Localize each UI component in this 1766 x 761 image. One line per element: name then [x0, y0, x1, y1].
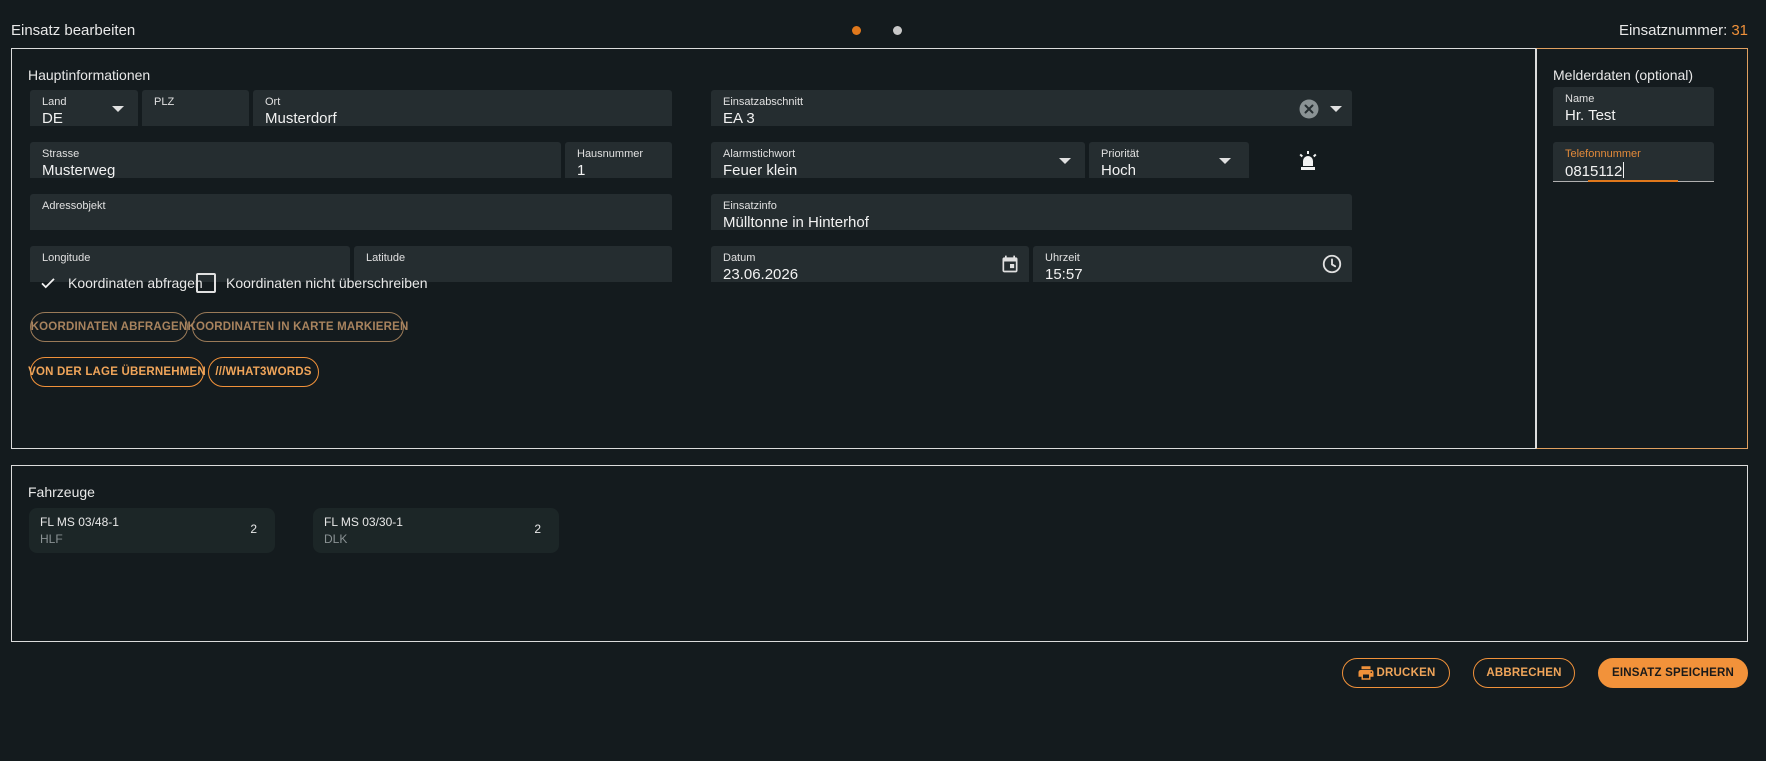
calendar-icon[interactable] — [999, 253, 1021, 275]
chevron-down-icon — [1330, 106, 1342, 112]
what3words-button[interactable]: ///WHAT3WORDS — [208, 357, 319, 387]
checkbox-unchecked-icon — [196, 273, 216, 293]
longitude-label: Longitude — [42, 252, 91, 264]
printer-icon — [1357, 664, 1375, 682]
ort-field[interactable]: Ort Musterdorf — [253, 90, 672, 127]
prioritaet-value: Hoch — [1101, 162, 1137, 179]
chevron-down-icon — [1219, 158, 1231, 164]
drucken-button[interactable]: DRUCKEN — [1342, 658, 1450, 688]
telefonnummer-label: Telefonnummer — [1565, 148, 1641, 160]
page-indicator — [852, 26, 902, 35]
datum-value: 23.06.2026 — [723, 266, 799, 283]
vehicle-card[interactable]: FL MS 03/48-1 HLF 2 — [29, 508, 275, 553]
uhrzeit-label: Uhrzeit — [1045, 252, 1080, 264]
datum-field[interactable]: Datum 23.06.2026 — [711, 246, 1029, 283]
check-koordinaten-abfragen[interactable]: Koordinaten abfragen — [38, 273, 203, 293]
field-underline-accent — [1588, 180, 1678, 182]
einsatz-speichern-button[interactable]: EINSATZ SPEICHERN — [1598, 658, 1748, 688]
melder-name-field[interactable]: Name Hr. Test — [1553, 87, 1714, 126]
von-lage-uebernehmen-button[interactable]: VON DER LAGE ÜBERNEHMEN — [28, 357, 206, 387]
einsatznummer-value: 31 — [1731, 22, 1748, 39]
adressobjekt-field[interactable]: Adressobjekt — [30, 194, 672, 230]
einsatzinfo-value: Mülltonne in Hinterhof — [723, 214, 869, 231]
einsatzabschnitt-select[interactable]: Einsatzabschnitt EA 3 — [711, 90, 1352, 127]
plz-label: PLZ — [154, 96, 175, 108]
hauptinformationen-panel: Hauptinformationen Land DE PLZ Ort Muste… — [11, 48, 1536, 449]
telefonnummer-field[interactable]: Telefonnummer 0815112 — [1553, 142, 1714, 182]
land-value: DE — [42, 110, 63, 127]
uhrzeit-value: 15:57 — [1045, 266, 1083, 283]
abbrechen-button[interactable]: ABBRECHEN — [1473, 658, 1575, 688]
prioritaet-label: Priorität — [1101, 148, 1139, 160]
page-dot-1[interactable] — [852, 26, 861, 35]
hausnummer-field[interactable]: Hausnummer 1 — [565, 142, 672, 179]
check-koordinaten-nicht-ueberschreiben-label: Koordinaten nicht überschreiben — [226, 275, 428, 291]
einsatzabschnitt-label: Einsatzabschnitt — [723, 96, 804, 108]
telefonnummer-value: 0815112 — [1565, 163, 1623, 180]
vehicle-name: FL MS 03/30-1 — [324, 515, 403, 529]
strasse-label: Strasse — [42, 148, 80, 160]
page-dot-2[interactable] — [893, 26, 902, 35]
text-cursor — [1623, 162, 1625, 178]
einsatzinfo-field[interactable]: Einsatzinfo Mülltonne in Hinterhof — [711, 194, 1352, 231]
siren-icon[interactable] — [1296, 149, 1322, 175]
page-title: Einsatz bearbeiten — [11, 22, 136, 39]
alarmstichwort-value: Feuer klein — [723, 162, 798, 179]
alarmstichwort-select[interactable]: Alarmstichwort Feuer klein — [711, 142, 1085, 179]
strasse-field[interactable]: Strasse Musterweg — [30, 142, 561, 179]
vehicle-type: DLK — [324, 532, 348, 546]
vehicle-type: HLF — [40, 532, 63, 546]
koordinaten-markieren-button[interactable]: KOORDINATEN IN KARTE MARKIEREN — [187, 312, 408, 342]
einsatznummer: Einsatznummer: 31 — [1619, 22, 1748, 39]
latitude-label: Latitude — [366, 252, 406, 264]
vehicle-count: 2 — [534, 522, 541, 536]
koordinaten-abfragen-button[interactable]: KOORDINATEN ABFRAGEN — [30, 312, 188, 342]
melder-name-label: Name — [1565, 93, 1595, 105]
ort-label: Ort — [265, 96, 281, 108]
ort-value: Musterdorf — [265, 110, 337, 127]
panel-title-hauptinformationen: Hauptinformationen — [28, 67, 151, 83]
datum-label: Datum — [723, 252, 756, 264]
uhrzeit-field[interactable]: Uhrzeit 15:57 — [1033, 246, 1352, 283]
chevron-down-icon — [112, 106, 124, 112]
hausnummer-value: 1 — [577, 162, 586, 179]
prioritaet-select[interactable]: Priorität Hoch — [1089, 142, 1249, 179]
clear-icon[interactable] — [1298, 98, 1320, 120]
checkmark-icon — [38, 273, 58, 293]
check-koordinaten-nicht-ueberschreiben[interactable]: Koordinaten nicht überschreiben — [196, 273, 428, 293]
melder-name-value: Hr. Test — [1565, 107, 1616, 124]
telefonnummer-input[interactable]: 0815112 — [1565, 162, 1625, 180]
plz-field[interactable]: PLZ — [142, 90, 249, 126]
fahrzeuge-panel: Fahrzeuge FL MS 03/48-1 HLF 2 FL MS 03/3… — [11, 465, 1748, 642]
panel-title-fahrzeuge: Fahrzeuge — [28, 484, 95, 500]
vehicle-name: FL MS 03/48-1 — [40, 515, 119, 529]
drucken-label: DRUCKEN — [1376, 667, 1436, 679]
land-label: Land — [42, 96, 67, 108]
strasse-value: Musterweg — [42, 162, 116, 179]
chevron-down-icon — [1059, 158, 1071, 164]
alarmstichwort-label: Alarmstichwort — [723, 148, 796, 160]
check-koordinaten-abfragen-label: Koordinaten abfragen — [68, 275, 203, 291]
clock-icon[interactable] — [1321, 253, 1343, 275]
vehicle-count: 2 — [250, 522, 257, 536]
adressobjekt-label: Adressobjekt — [42, 200, 106, 212]
vehicle-card[interactable]: FL MS 03/30-1 DLK 2 — [313, 508, 559, 553]
top-bar: Einsatz bearbeiten Einsatznummer: 31 — [0, 0, 1766, 48]
hausnummer-label: Hausnummer — [577, 148, 644, 160]
melderdaten-panel: Melderdaten (optional) Name Hr. Test Tel… — [1536, 48, 1748, 449]
einsatzabschnitt-value: EA 3 — [723, 110, 755, 127]
einsatznummer-label: Einsatznummer: — [1618, 22, 1728, 39]
land-select[interactable]: Land DE — [30, 90, 138, 127]
einsatzinfo-label: Einsatzinfo — [723, 200, 777, 212]
panel-title-melderdaten: Melderdaten (optional) — [1553, 67, 1694, 83]
